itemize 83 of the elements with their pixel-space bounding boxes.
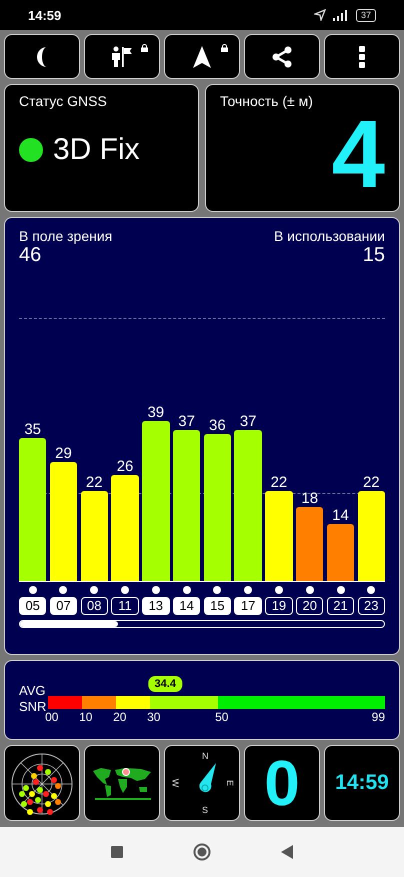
- toolbar-button[interactable]: [244, 34, 320, 79]
- bar-value-label: 36: [209, 416, 226, 434]
- satellite-id-badge: 07: [50, 597, 78, 615]
- compass-east-label: E: [225, 780, 235, 786]
- in-use-count: 15: [362, 244, 385, 267]
- in-view-count: 46: [19, 244, 42, 267]
- scale-tick-label: 10: [79, 710, 92, 724]
- location-arrow-icon: [314, 9, 326, 21]
- satellite-id-badge: 17: [234, 597, 262, 615]
- bar-value-label: 26: [116, 458, 134, 475]
- snr-value-bubble: 34.4: [148, 676, 182, 692]
- toolbar-button[interactable]: [4, 34, 80, 79]
- more-icon: [359, 46, 365, 68]
- satellite-id-badge: 14: [172, 597, 200, 615]
- fix-status: 3D Fix: [53, 133, 140, 167]
- world-map-drawing: [91, 765, 153, 801]
- satellite-id-badge: 13: [142, 597, 170, 615]
- satellite-id-badge: 11: [111, 597, 139, 615]
- widget-tile[interactable]: [4, 745, 80, 821]
- home-icon[interactable]: [193, 843, 211, 861]
- compass-south-label: S: [202, 805, 208, 815]
- navigation-arrow-icon: [192, 44, 212, 68]
- toolbar-button[interactable]: [164, 34, 240, 79]
- satellite-dot: [213, 586, 222, 594]
- satellite-id-badge: 19: [265, 597, 293, 615]
- satellite-dot: [59, 586, 68, 594]
- battery-indicator: 37: [356, 8, 376, 22]
- avg-label: AVG: [19, 683, 46, 699]
- share-icon: [271, 46, 293, 68]
- bar-value-label: 35: [24, 420, 42, 438]
- person-flag-icon: [110, 44, 134, 68]
- bar-value-label: 14: [332, 506, 349, 524]
- widget-tile[interactable]: 0: [244, 745, 320, 821]
- bar-value-label: 37: [240, 412, 256, 430]
- card-label: Точность (± м): [220, 93, 314, 109]
- in-use-label: В использовании: [274, 228, 385, 244]
- toolbar-button[interactable]: [324, 34, 400, 79]
- snr-label: SNR: [19, 699, 46, 714]
- scale-tick-label: 20: [113, 710, 126, 724]
- satellite-id-badge: 23: [358, 597, 385, 615]
- satellite-id-badge: 15: [204, 597, 232, 615]
- bar-value-label: 18: [301, 490, 318, 508]
- bar-value-label: 29: [55, 445, 72, 462]
- bar-value-label: 37: [178, 412, 195, 430]
- satellite-dot: [182, 586, 191, 594]
- scale-tick-label: 99: [372, 710, 385, 724]
- widget-tile[interactable]: [84, 745, 160, 821]
- scale-tick-label: 50: [215, 710, 228, 724]
- satellite-dot: [244, 586, 252, 594]
- card-label: Статус GNSS: [19, 93, 108, 109]
- satellite-dot: [306, 586, 314, 594]
- back-icon[interactable]: [281, 845, 293, 859]
- satellite-id-badge: 05: [19, 597, 46, 615]
- clock-time: 14:59: [335, 771, 389, 795]
- scale-tick-label: 00: [45, 710, 58, 724]
- widget-tile[interactable]: N E S W: [164, 745, 240, 821]
- satellite-id-badge: 21: [326, 597, 354, 615]
- compass-north-label: N: [202, 751, 208, 761]
- satellite-dot: [367, 586, 376, 594]
- bar-value-label: 22: [86, 474, 103, 491]
- lock-icon: [141, 44, 148, 52]
- satellite-dot: [121, 586, 130, 594]
- signal-icon: [332, 9, 350, 21]
- lock-icon: [221, 44, 228, 52]
- compass-west-label: W: [170, 778, 180, 788]
- satellite-dot: [90, 586, 98, 594]
- satellite-dot: [274, 586, 283, 594]
- toolbar-button[interactable]: [84, 34, 160, 79]
- bar-value-label: 39: [147, 404, 164, 422]
- bar-value-label: 22: [270, 474, 288, 491]
- scrollbar[interactable]: [19, 620, 385, 628]
- satellite-id-badge: 20: [296, 597, 324, 615]
- speed-value: 0: [264, 748, 300, 818]
- scale-tick-label: 30: [147, 710, 160, 724]
- status-time: 14:59: [28, 8, 62, 22]
- bar-value-label: 22: [362, 474, 380, 491]
- widget-tile[interactable]: 14:59: [324, 745, 400, 821]
- accuracy-value: 4: [332, 109, 385, 201]
- satellite-dot: [152, 586, 160, 594]
- in-view-label: В поле зрения: [19, 228, 112, 244]
- satellite-dot: [336, 586, 344, 594]
- satellite-id-badge: 08: [80, 597, 108, 615]
- satellite-dot: [28, 586, 37, 594]
